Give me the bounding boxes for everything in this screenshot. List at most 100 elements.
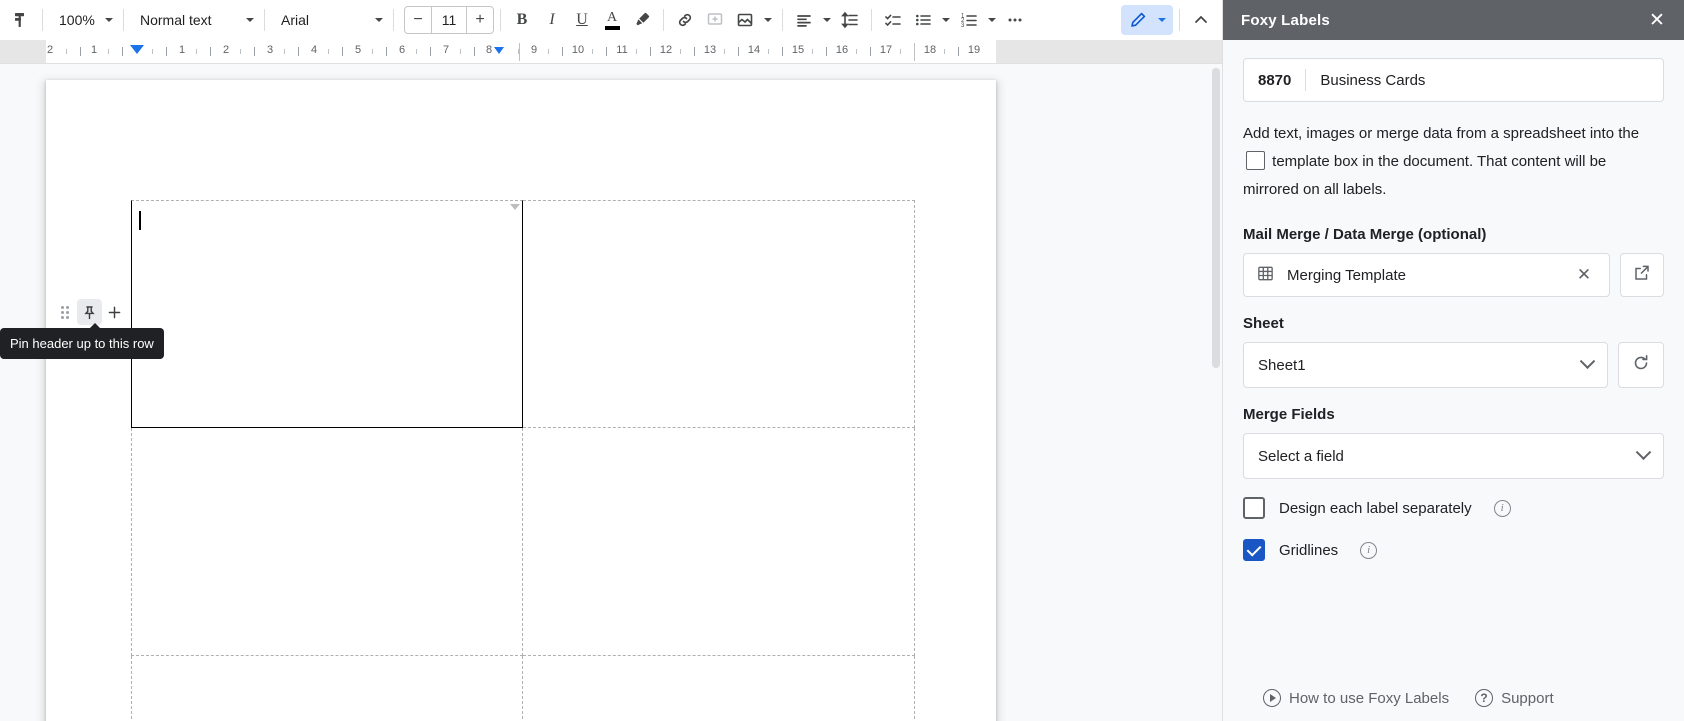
option-gridlines[interactable]: Gridlines i <box>1243 539 1664 561</box>
ruler-number: 9 <box>530 44 538 56</box>
paragraph-style-dropdown[interactable]: Normal text <box>130 5 258 35</box>
ruler-tick <box>152 49 153 54</box>
right-indent-marker[interactable] <box>494 47 504 54</box>
ruler-tick <box>738 47 739 56</box>
highlight-color-button[interactable] <box>627 5 657 35</box>
document-page[interactable] <box>46 80 996 721</box>
label-cell[interactable] <box>523 656 915 721</box>
table-row-controls <box>52 298 127 326</box>
ruler-number: 16 <box>835 44 849 56</box>
bulleted-list-button[interactable] <box>908 5 938 35</box>
clear-source-icon[interactable]: ✕ <box>1571 262 1597 288</box>
ruler-tick <box>196 49 197 54</box>
document-ruler[interactable]: 2 1 1 2 3 4 5 6 7 8 9 10 11 12 13 14 15 … <box>0 40 1222 64</box>
toolbar-divider <box>500 9 501 31</box>
ruler-number: 12 <box>659 44 673 56</box>
insert-image-button[interactable] <box>730 5 760 35</box>
bulleted-list-dropdown[interactable] <box>938 5 954 35</box>
zoom-value: 100% <box>59 12 95 28</box>
ruler-tick <box>826 47 827 56</box>
checkbox-gridlines[interactable] <box>1243 539 1265 561</box>
ruler-tick <box>650 47 651 56</box>
add-comment-button[interactable] <box>700 5 730 35</box>
toolbar-divider <box>1179 9 1180 31</box>
text-color-button[interactable]: A <box>597 5 627 35</box>
close-icon[interactable]: ✕ <box>1644 7 1670 33</box>
option-design-each-label[interactable]: Design each label separately i <box>1243 497 1664 519</box>
ruler-tick <box>680 49 681 54</box>
support-link[interactable]: ? Support <box>1475 689 1554 707</box>
ruler-number: 3 <box>266 44 274 56</box>
font-family-value: Arial <box>281 12 310 28</box>
checkbox-design-each-label[interactable] <box>1243 497 1265 519</box>
mail-merge-row: Merging Template ✕ <box>1243 253 1664 297</box>
toolbar-divider <box>871 9 872 31</box>
pin-header-row-button[interactable] <box>77 299 102 325</box>
refresh-sheets-button[interactable] <box>1618 342 1664 388</box>
six-dots-icon <box>60 305 69 319</box>
label-cell-selected[interactable] <box>131 200 523 428</box>
ruler-number: 15 <box>791 44 805 56</box>
ruler-number: 11 <box>616 44 628 56</box>
how-to-use-link[interactable]: How to use Foxy Labels <box>1263 689 1449 707</box>
left-indent-marker[interactable] <box>130 45 144 54</box>
decrease-font-size-button[interactable]: − <box>405 7 431 33</box>
template-selector[interactable]: 8870 Business Cards <box>1243 58 1664 102</box>
ruler-tick <box>240 49 241 54</box>
font-family-dropdown[interactable]: Arial <box>271 5 387 35</box>
show-outline-icon[interactable] <box>6 5 36 35</box>
ruler-tick <box>166 47 167 56</box>
merge-fields-row: Select a field <box>1243 433 1664 479</box>
more-options-button[interactable] <box>1000 5 1030 35</box>
ruler-number: 17 <box>879 44 893 56</box>
align-button[interactable] <box>789 5 819 35</box>
zoom-control[interactable]: 100% <box>49 5 117 35</box>
info-icon[interactable]: i <box>1360 541 1378 559</box>
tooltip: Pin header up to this row <box>0 323 164 359</box>
add-row-button[interactable] <box>102 299 127 325</box>
cell-options-icon[interactable] <box>510 204 520 210</box>
label-cell[interactable] <box>131 656 523 721</box>
info-icon[interactable]: i <box>1493 499 1511 517</box>
editing-mode-dropdown[interactable] <box>1153 5 1171 35</box>
insert-image-dropdown[interactable] <box>760 5 776 35</box>
ruler-tick <box>372 49 373 54</box>
merge-field-dropdown[interactable]: Select a field <box>1243 433 1664 479</box>
label-cell[interactable] <box>523 428 915 656</box>
align-dropdown[interactable] <box>819 5 835 35</box>
document-canvas[interactable]: Pin header up to this row <box>0 64 1222 721</box>
font-size-value[interactable]: 11 <box>431 7 467 33</box>
chevron-down-icon <box>1579 352 1596 369</box>
underline-button[interactable]: U <box>567 5 597 35</box>
docs-editor: 100% Normal text Arial − 11 + B I U A 1 … <box>0 0 1222 721</box>
vertical-scrollbar[interactable] <box>1210 64 1222 721</box>
scrollbar-thumb[interactable] <box>1212 68 1220 368</box>
label-cell[interactable] <box>131 428 523 656</box>
option-label: Gridlines <box>1279 541 1339 559</box>
increase-font-size-button[interactable]: + <box>467 7 493 33</box>
italic-button[interactable]: I <box>537 5 567 35</box>
checklist-button[interactable] <box>878 5 908 35</box>
ruler-number: 10 <box>571 44 585 56</box>
sheet-value: Sheet1 <box>1258 356 1306 374</box>
ruler-tick <box>298 47 299 56</box>
merge-fields-title: Merge Fields <box>1243 406 1335 423</box>
line-spacing-button[interactable] <box>835 5 865 35</box>
open-source-button[interactable] <box>1620 253 1664 297</box>
table-row <box>131 200 915 428</box>
editing-mode-button[interactable] <box>1123 5 1153 35</box>
numbered-list-dropdown[interactable] <box>984 5 1000 35</box>
bold-button[interactable]: B <box>507 5 537 35</box>
mail-merge-title: Mail Merge / Data Merge (optional) <box>1243 226 1487 243</box>
label-cell[interactable] <box>523 200 915 428</box>
merge-source-field[interactable]: Merging Template ✕ <box>1243 253 1610 297</box>
how-to-use-label: How to use Foxy Labels <box>1289 689 1450 707</box>
drag-handle-icon[interactable] <box>52 299 77 325</box>
numbered-list-button[interactable]: 1 2 3 <box>954 5 984 35</box>
toolbar-divider <box>264 9 265 31</box>
insert-link-button[interactable] <box>670 5 700 35</box>
ruler-tick <box>724 49 725 54</box>
hide-menus-button[interactable] <box>1186 5 1216 35</box>
sheet-dropdown[interactable]: Sheet1 <box>1243 342 1608 388</box>
ruler-tick <box>548 49 549 54</box>
